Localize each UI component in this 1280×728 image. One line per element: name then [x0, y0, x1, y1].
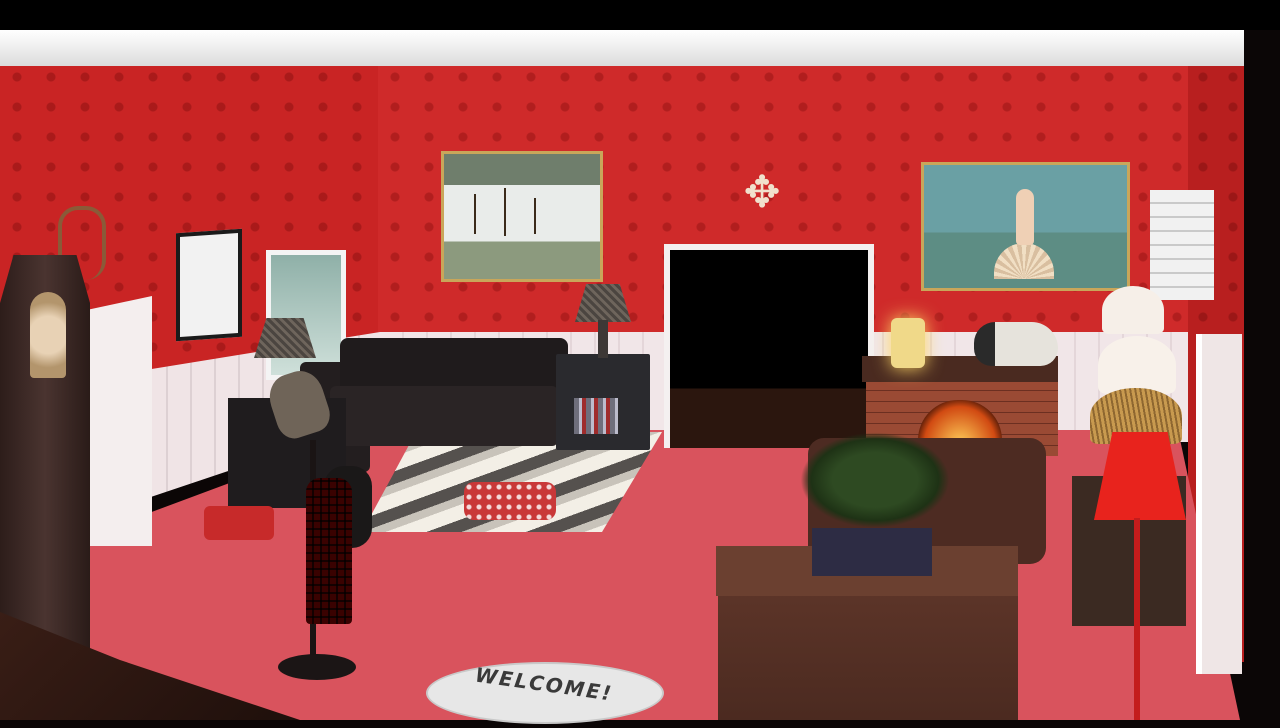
- floor-cushion[interactable]: [464, 482, 556, 520]
- coat-rack-base: [278, 654, 356, 680]
- left-window: [266, 250, 346, 380]
- mushroom-lamp-top[interactable]: [1102, 286, 1164, 334]
- framed-sketch[interactable]: [176, 228, 242, 342]
- ceiling-void: [0, 0, 1280, 30]
- pet-food-bowl[interactable]: [204, 506, 274, 540]
- right-void: [1244, 30, 1280, 720]
- candle[interactable]: [891, 318, 925, 368]
- lamp-base: [598, 320, 608, 358]
- birdhouse[interactable]: [1150, 190, 1214, 300]
- figure-shape: [1016, 189, 1034, 245]
- right-door-frame[interactable]: [1196, 334, 1242, 674]
- venus-painting[interactable]: [921, 162, 1130, 291]
- mushroom-lamp-middle: [1098, 336, 1176, 394]
- plaid-coat: [306, 478, 352, 624]
- duck-decoy[interactable]: [974, 322, 1058, 366]
- bonsai-tree[interactable]: [800, 432, 950, 528]
- back-doorway[interactable]: [664, 244, 874, 448]
- shell-shape: [994, 243, 1054, 279]
- wall-ornament-icon: ✥: [743, 167, 781, 218]
- left-door-frame[interactable]: [82, 296, 152, 546]
- ceiling-trim: [0, 30, 1268, 66]
- clock-face-icon: [30, 292, 66, 378]
- painting-tree: [504, 188, 506, 236]
- red-floor-lamp-pole: [1134, 518, 1140, 720]
- bonsai-pot: [812, 528, 932, 576]
- sectional-sofa-seat[interactable]: [330, 386, 558, 446]
- painting-tree: [474, 194, 476, 234]
- side-table-with-books[interactable]: [556, 354, 650, 450]
- book-row: [574, 398, 618, 434]
- painting-tree: [534, 198, 536, 234]
- winter-landscape-painting[interactable]: [441, 151, 603, 282]
